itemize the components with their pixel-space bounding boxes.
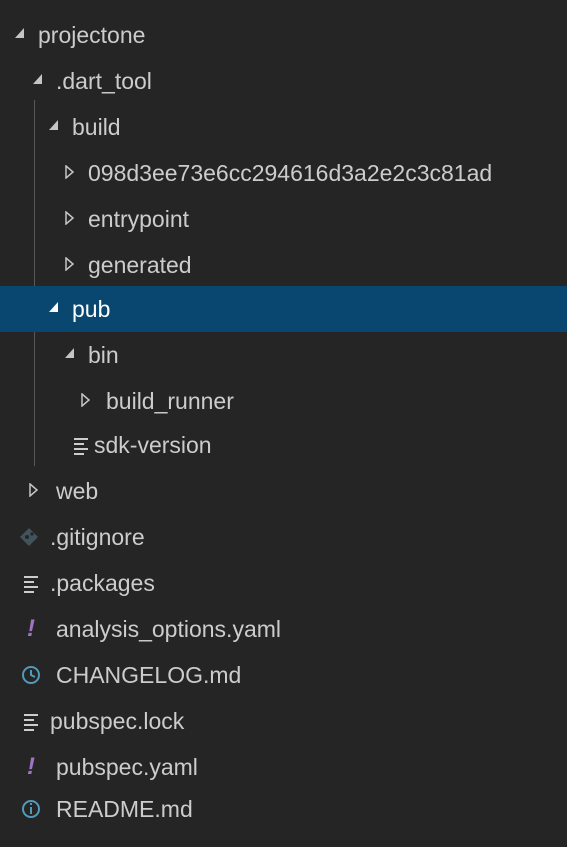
chevron-collapsed-icon[interactable] [64,242,80,288]
chevron-expanded-icon[interactable] [48,104,64,150]
yaml-icon: ! [27,615,35,642]
tree-item-build-runner[interactable]: build_runner [0,378,567,424]
tree-item-label: entrypoint [88,206,190,232]
tree-item-label: .gitignore [50,524,145,550]
yaml-icon: ! [27,753,35,780]
chevron-expanded-icon[interactable] [32,58,48,104]
chevron-collapsed-icon[interactable] [80,378,96,424]
text-file-icon [20,560,42,606]
tree-item-hash-folder[interactable]: 098d3ee73e6cc294616d3a2e2c3c81ad [0,150,567,196]
tree-item-sdk-version[interactable]: sdk-version [0,422,567,468]
git-icon [18,514,40,560]
tree-item-bin[interactable]: bin [0,332,567,378]
tree-item-projectone[interactable]: projectone [0,12,567,58]
tree-item-readme[interactable]: README.md [0,786,567,832]
tree-item-entrypoint[interactable]: entrypoint [0,196,567,242]
tree-item-label: sdk-version [94,432,212,458]
info-icon [20,786,42,832]
tree-item-label: pubspec.yaml [56,754,198,780]
file-explorer-tree: projectone .dart_tool build 098d3ee73e6c… [0,0,567,832]
text-file-icon [70,422,92,468]
tree-item-label: .packages [50,570,155,596]
tree-item-web[interactable]: web [0,468,567,514]
tree-item-label: web [56,478,99,504]
chevron-collapsed-icon[interactable] [64,196,80,242]
tree-item-label: bin [88,342,119,368]
chevron-collapsed-icon[interactable] [28,468,44,514]
tree-item-gitignore[interactable]: .gitignore [0,514,567,560]
tree-item-label: analysis_options.yaml [56,616,282,642]
tree-item-packages[interactable]: .packages [0,560,567,606]
tree-item-label: build_runner [106,388,234,414]
text-file-icon [20,698,42,744]
tree-item-label: CHANGELOG.md [56,662,242,688]
tree-item-label: pubspec.lock [50,708,185,734]
tree-item-label: projectone [38,22,146,48]
tree-item-label: README.md [56,796,193,822]
chevron-expanded-icon[interactable] [14,12,30,58]
tree-item-label: 098d3ee73e6cc294616d3a2e2c3c81ad [88,160,493,186]
tree-item-changelog[interactable]: CHANGELOG.md [0,652,567,698]
tree-item-pubspec-lock[interactable]: pubspec.lock [0,698,567,744]
tree-item-analysis-options[interactable]: ! analysis_options.yaml [0,606,567,652]
tree-item-generated[interactable]: generated [0,242,567,288]
tree-item-pubspec-yaml[interactable]: ! pubspec.yaml [0,744,567,790]
tree-item-label: build [72,114,121,140]
tree-item-pub[interactable]: pub [0,286,567,332]
chevron-collapsed-icon[interactable] [64,150,80,196]
tree-item-build[interactable]: build [0,104,567,150]
tree-item-label: generated [88,252,192,278]
tree-item-dart-tool[interactable]: .dart_tool [0,58,567,104]
tree-item-label: pub [72,296,111,322]
chevron-expanded-icon[interactable] [48,286,64,332]
changelog-icon [20,652,42,698]
chevron-expanded-icon[interactable] [64,332,80,378]
tree-item-label: .dart_tool [56,68,152,94]
